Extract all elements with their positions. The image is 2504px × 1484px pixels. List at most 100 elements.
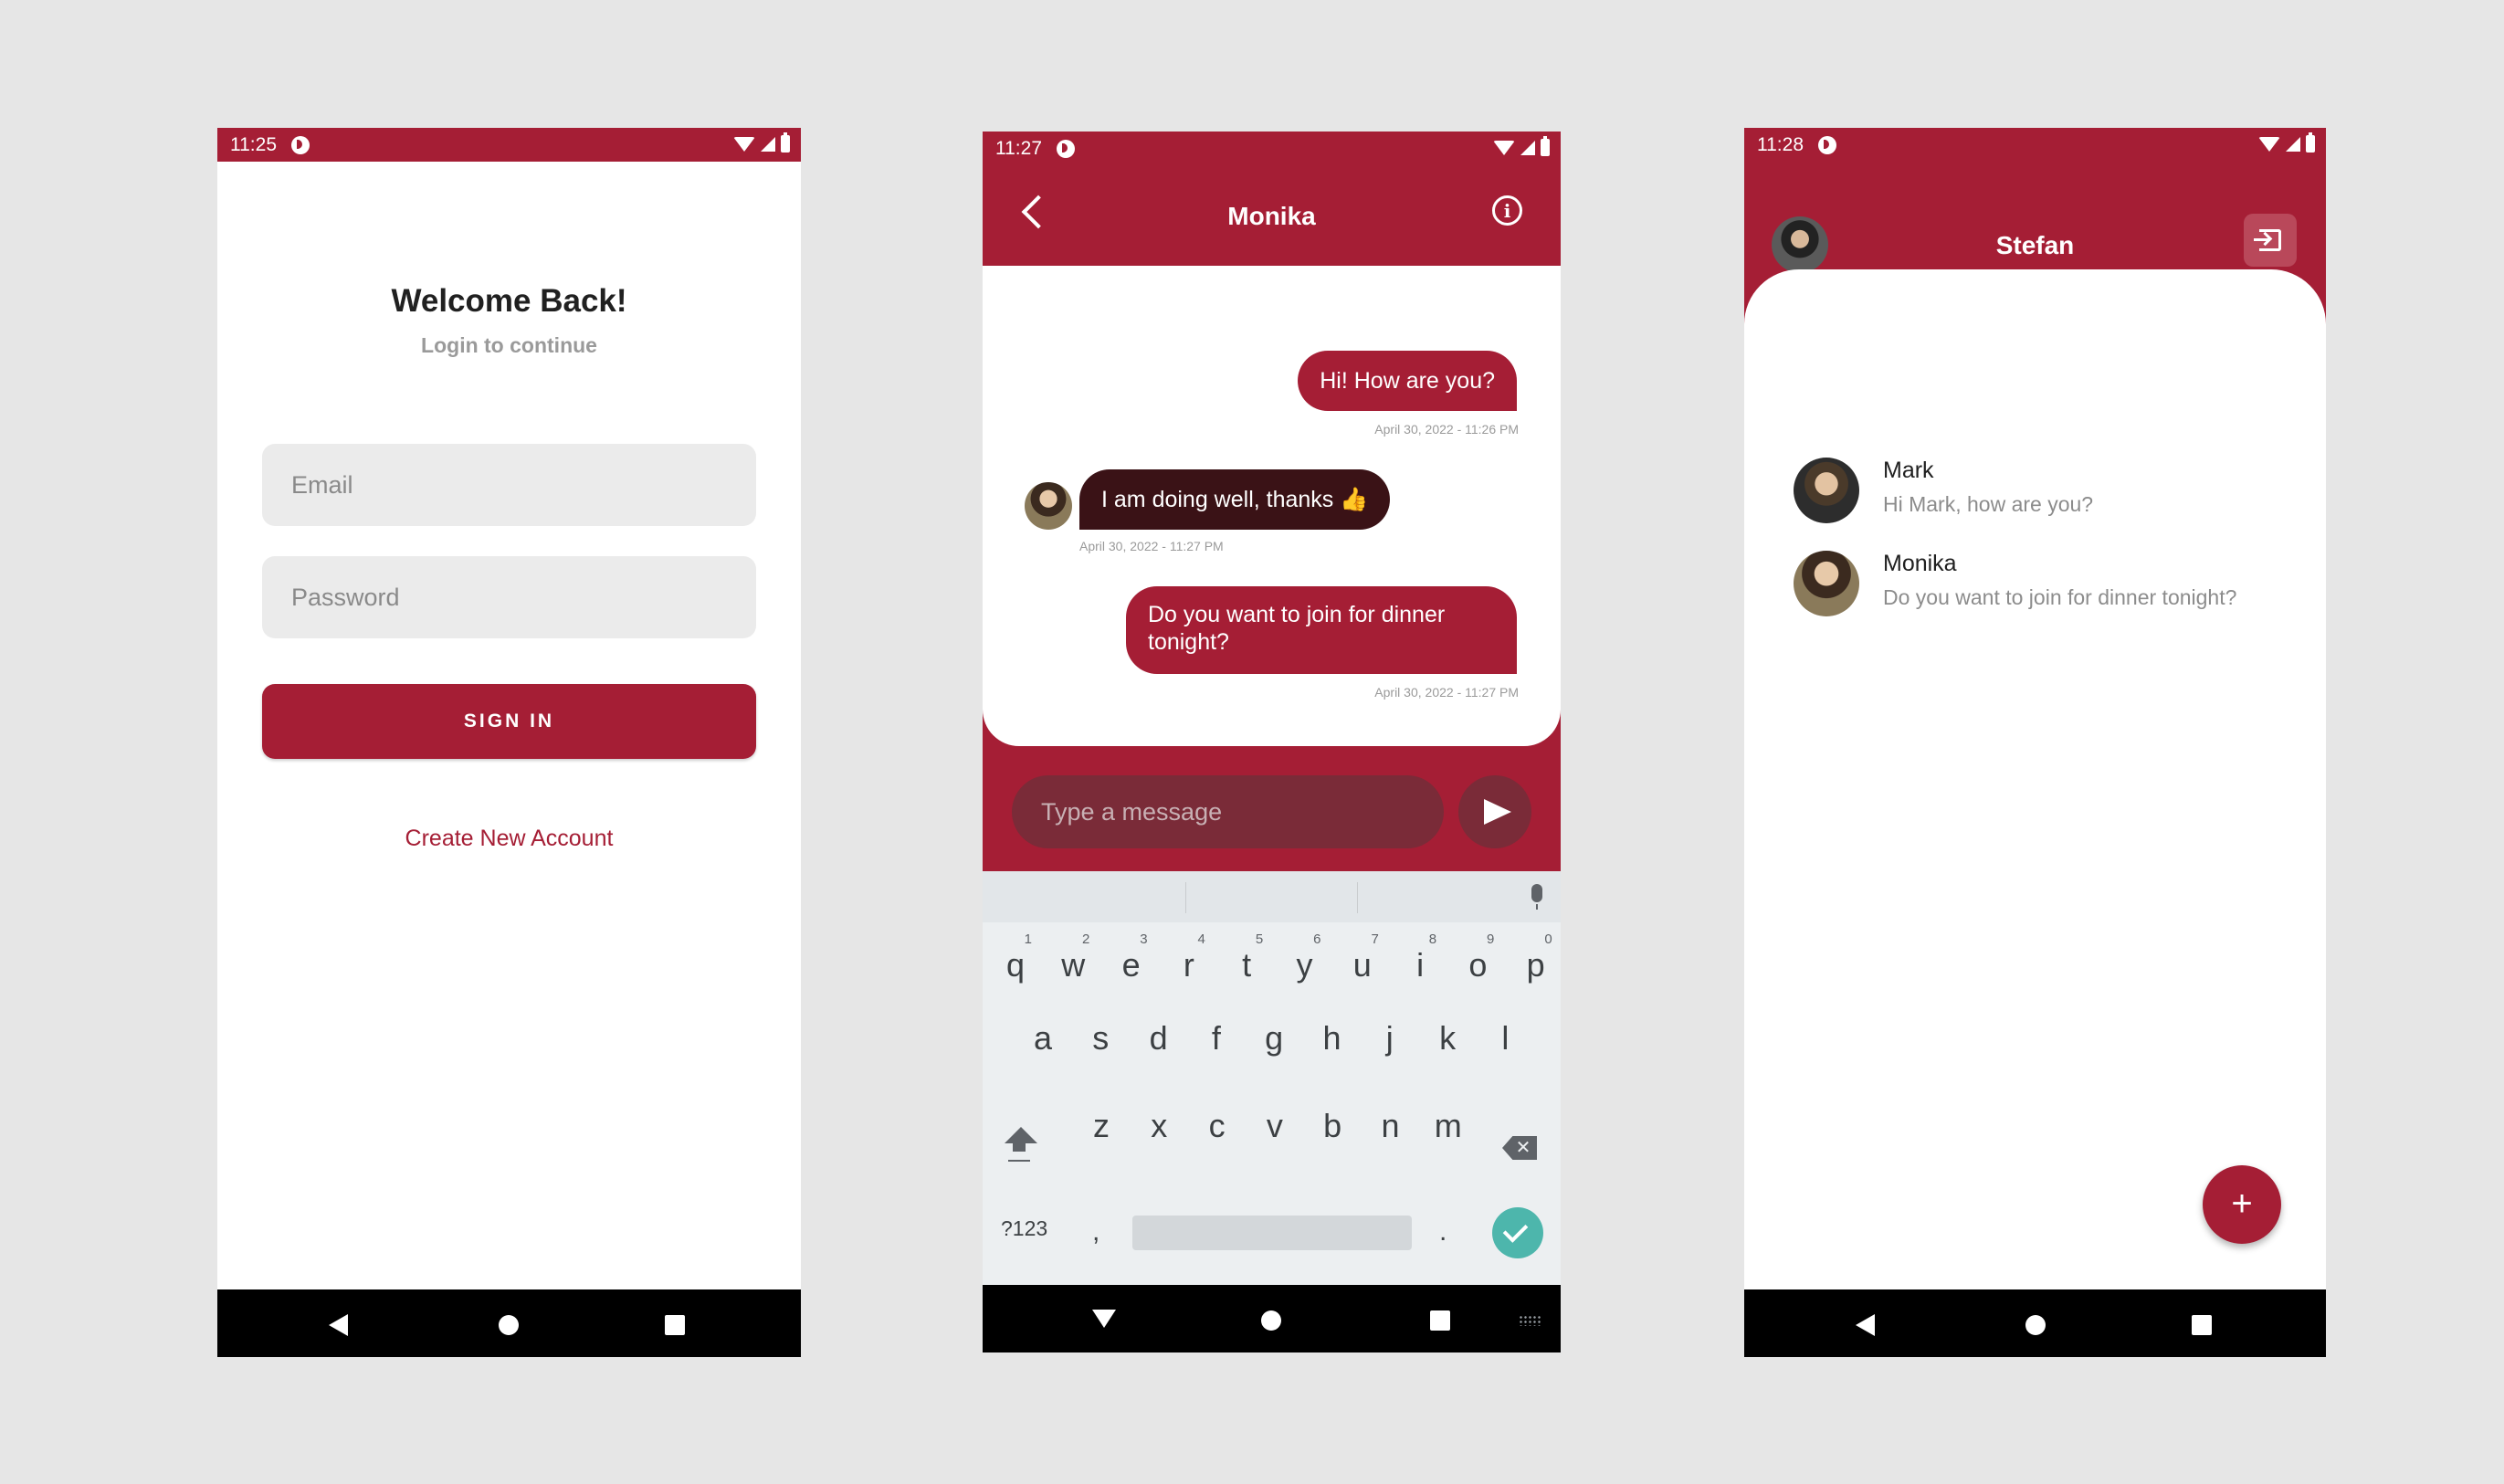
nav-home-icon[interactable]	[2025, 1315, 2046, 1335]
nav-back-icon[interactable]	[329, 1314, 348, 1336]
sent-message: Do you want to join for dinner tonight?	[1126, 586, 1517, 674]
message-input[interactable]	[1012, 775, 1444, 848]
key-b[interactable]: b	[1305, 1085, 1360, 1158]
key-label: u	[1352, 946, 1372, 984]
send-icon	[1484, 799, 1511, 825]
page-title: Welcome Back!	[391, 283, 627, 319]
logout-button[interactable]	[2244, 214, 2297, 267]
suggestion-divider	[1185, 882, 1186, 913]
notification-icon	[1057, 139, 1075, 158]
key-hint: 1	[1024, 931, 1032, 947]
message-timestamp: April 30, 2022 - 11:27 PM	[1374, 685, 1519, 700]
key-k[interactable]: k	[1420, 997, 1475, 1070]
wifi-icon	[2258, 136, 2280, 152]
send-button[interactable]	[1458, 775, 1531, 848]
notification-icon	[1818, 135, 1836, 154]
key-f[interactable]: f	[1189, 997, 1244, 1070]
nav-recents-icon[interactable]	[2192, 1315, 2212, 1335]
key-e[interactable]: 3e	[1104, 924, 1159, 997]
mic-icon[interactable]	[1531, 884, 1542, 910]
backspace-icon[interactable]: ✕	[1502, 1136, 1537, 1160]
sign-in-button[interactable]: SIGN IN	[262, 684, 756, 759]
key-m[interactable]: m	[1421, 1085, 1476, 1158]
key-t[interactable]: 5t	[1219, 924, 1274, 997]
signal-icon	[761, 136, 775, 152]
key-q[interactable]: 1q	[988, 924, 1043, 997]
email-field[interactable]	[262, 444, 756, 526]
key-x[interactable]: x	[1131, 1085, 1186, 1158]
nav-recents-icon[interactable]	[665, 1315, 685, 1335]
key-hint: 7	[1371, 931, 1379, 947]
contact-item[interactable]: Mark Hi Mark, how are you?	[1794, 452, 2289, 525]
suggestion-strip	[983, 871, 1561, 922]
sent-message: Hi! How are you?	[1298, 351, 1517, 411]
key-i[interactable]: 8i	[1393, 924, 1447, 997]
nav-recents-icon[interactable]	[1430, 1310, 1450, 1331]
key-h[interactable]: h	[1305, 997, 1360, 1070]
key-hint: 5	[1255, 931, 1264, 947]
battery-icon	[2306, 132, 2315, 153]
key-label: i	[1416, 946, 1425, 984]
nav-home-icon[interactable]	[499, 1315, 519, 1335]
key-u[interactable]: 7u	[1335, 924, 1390, 997]
key-d[interactable]: d	[1131, 997, 1186, 1070]
nav-home-icon[interactable]	[1261, 1310, 1281, 1331]
key-j[interactable]: j	[1362, 997, 1417, 1070]
contact-name: Mark	[1883, 458, 1934, 483]
contact-item[interactable]: Monika Do you want to join for dinner to…	[1794, 545, 2289, 618]
contact-avatar	[1794, 551, 1859, 616]
key-r[interactable]: 4r	[1162, 924, 1216, 997]
period-key[interactable]: .	[1439, 1216, 1447, 1247]
message-timestamp: April 30, 2022 - 11:26 PM	[1374, 422, 1519, 437]
new-chat-button[interactable]: +	[2203, 1165, 2281, 1244]
password-field[interactable]	[262, 556, 756, 638]
nav-hide-keyboard-icon[interactable]	[1092, 1310, 1116, 1328]
status-bar: 11:25	[217, 128, 801, 162]
key-y[interactable]: 6y	[1278, 924, 1332, 997]
system-icons	[733, 132, 790, 153]
comma-key[interactable]: ,	[1092, 1216, 1099, 1247]
key-hint: 3	[1140, 931, 1148, 947]
key-w[interactable]: 2w	[1046, 924, 1100, 997]
key-hint: 0	[1544, 931, 1552, 947]
key-hint: 6	[1313, 931, 1321, 947]
contact-avatar	[1794, 458, 1859, 523]
contact-avatar	[1025, 482, 1072, 530]
key-v[interactable]: v	[1247, 1085, 1302, 1158]
status-time: 11:25	[230, 133, 277, 155]
key-c[interactable]: c	[1190, 1085, 1245, 1158]
wifi-icon	[733, 136, 755, 152]
signal-icon	[2286, 136, 2300, 152]
nav-back-icon[interactable]	[1856, 1314, 1875, 1336]
received-message: I am doing well, thanks 👍	[1079, 469, 1391, 530]
create-account-link[interactable]: Create New Account	[217, 826, 801, 852]
key-hint: 4	[1197, 931, 1205, 947]
key-g[interactable]: g	[1247, 997, 1301, 1070]
notification-icon	[291, 135, 310, 154]
key-label: e	[1121, 946, 1141, 984]
key-label: y	[1296, 946, 1313, 984]
on-screen-keyboard: 1q2w3e4r5t6y7u8i9o0p asdfghjkl zxcvbnm ✕…	[983, 871, 1561, 1285]
shift-icon[interactable]	[1003, 1127, 1039, 1182]
key-z[interactable]: z	[1074, 1085, 1129, 1158]
key-n[interactable]: n	[1363, 1085, 1418, 1158]
status-bar: 11:28	[1744, 128, 2326, 162]
key-l[interactable]: l	[1478, 997, 1532, 1070]
keyboard-switch-icon[interactable]	[1519, 1315, 1542, 1326]
system-nav-bar	[1744, 1289, 2326, 1357]
system-icons	[1493, 136, 1550, 156]
check-icon[interactable]	[1492, 1207, 1543, 1258]
key-a[interactable]: a	[1015, 997, 1070, 1070]
chat-screen: 11:27 Monika i Hi! How are you? April 30…	[983, 132, 1561, 1352]
page-subtitle: Login to continue	[421, 333, 597, 357]
contact-name: Monika	[1883, 551, 1957, 576]
chat-title: Monika	[1227, 202, 1316, 230]
system-nav-bar	[983, 1285, 1561, 1352]
info-icon[interactable]: i	[1492, 195, 1522, 226]
key-p[interactable]: 0p	[1509, 924, 1561, 997]
key-label: r	[1183, 946, 1194, 984]
space-key[interactable]	[1132, 1216, 1412, 1250]
symbols-key[interactable]: ?123	[1001, 1216, 1047, 1241]
key-o[interactable]: 9o	[1450, 924, 1505, 997]
key-s[interactable]: s	[1073, 997, 1128, 1070]
